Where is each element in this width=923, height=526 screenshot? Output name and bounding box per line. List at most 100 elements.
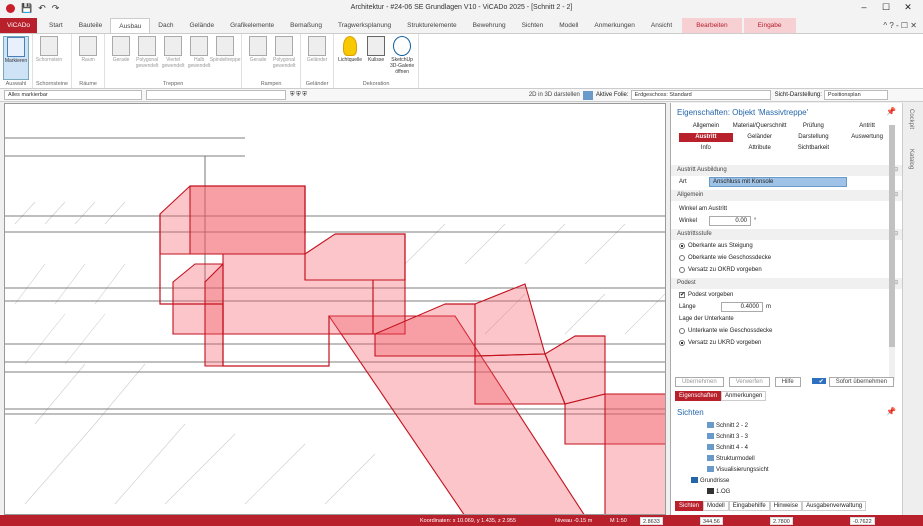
tab-bearbeiten[interactable]: Bearbeiten <box>682 18 742 33</box>
side-tab-katalog[interactable]: Katalog <box>908 149 914 169</box>
prop-tab-auswertung[interactable]: Auswertung <box>840 133 894 142</box>
prop-tab-pr-fung[interactable]: Prüfung <box>787 122 841 131</box>
tab-bauteile[interactable]: Bauteile <box>71 18 111 33</box>
gerade-button[interactable]: Gerade <box>108 36 134 80</box>
tree-item[interactable]: Grundrisse <box>679 476 891 487</box>
properties-scrollbar[interactable] <box>889 125 895 381</box>
sketchup-3d-galerie-ffnen-button[interactable]: SketchUp 3D-Galerie öffnen <box>389 36 415 80</box>
tree-item[interactable]: Schnitt 4 - 4 <box>679 443 891 454</box>
radio-opt2-label: Oberkante wie Geschossdecke <box>688 255 772 261</box>
prop-tab-darstellung[interactable]: Darstellung <box>787 133 841 142</box>
cad-viewport[interactable] <box>4 103 666 515</box>
status-dx[interactable]: 2.8633 <box>640 516 663 525</box>
subtab-anmerkungen[interactable]: Anmerkungen <box>721 391 767 401</box>
status-w[interactable]: 344.56 <box>700 516 723 525</box>
tab-tragwerksplanung[interactable]: Tragwerksplanung <box>330 18 399 33</box>
status-x[interactable]: 2.7800 <box>770 516 793 525</box>
tree-item[interactable]: Schnitt 2 - 2 <box>679 421 891 432</box>
maximize-icon[interactable]: ☐ <box>875 2 897 13</box>
tree-item[interactable]: Strukturmodell <box>679 454 891 465</box>
polygonal-gewendelt-button[interactable]: Polygonal gewendelt <box>271 36 297 80</box>
bottom-tab-eingabehilfe[interactable]: Eingabehilfe <box>728 501 770 511</box>
raum-button[interactable]: Raum <box>75 36 101 80</box>
undo-icon[interactable]: ↶ <box>38 3 46 14</box>
redo-icon[interactable]: ↷ <box>52 3 60 14</box>
winkel-input[interactable]: 0.00 <box>709 216 751 226</box>
tab-ausbau[interactable]: Ausbau <box>110 18 151 33</box>
apply-button[interactable]: Übernehmen <box>675 377 724 387</box>
help-button[interactable]: Hilfe <box>774 377 801 387</box>
bottom-tab-hinweise[interactable]: Hinweise <box>769 501 803 511</box>
laenge-input[interactable]: 0.4000 <box>721 302 763 312</box>
spindeltreppe-button[interactable]: Spindeltreppe <box>210 36 241 80</box>
prop-tab-material-querschnitt[interactable]: Material/Querschnitt <box>733 122 787 131</box>
bottom-tab-sichten[interactable]: Sichten <box>675 501 704 511</box>
viertel-gewendelt-button[interactable]: Viertel gewendelt <box>160 36 186 80</box>
tab-ansicht[interactable]: Ansicht <box>643 18 680 33</box>
radio-opt2[interactable]: Oberkante wie Geschossdecke <box>671 252 902 264</box>
schornstein-button[interactable]: Schornstein <box>36 36 62 80</box>
bottom-tab-ausgabenverwaltung[interactable]: Ausgabenverwaltung <box>802 501 867 511</box>
section-allgemein[interactable]: Allgemein <box>671 190 902 201</box>
polygonal-gewendelt-button[interactable]: Polygonal gewendelt <box>134 36 160 80</box>
pin-icon[interactable]: 📌 <box>886 407 896 416</box>
section-podest[interactable]: Podest <box>671 278 902 289</box>
prop-tab-attribute[interactable]: Attribute <box>733 144 787 153</box>
section-austritt-ausbildung[interactable]: Austritt Ausbildung <box>671 165 902 176</box>
tab-vicado[interactable]: ViCADo <box>0 18 38 33</box>
halb-gewendelt-button[interactable]: Halb gewendelt <box>186 36 212 80</box>
save-icon[interactable]: 💾 <box>21 3 32 14</box>
tab-anmerkungen[interactable]: Anmerkungen <box>586 18 642 33</box>
sicht-select[interactable]: Positionsplan <box>823 90 888 100</box>
tree-item[interactable]: Schnitt 3 - 3 <box>679 432 891 443</box>
prop-tab-sichtbarkeit[interactable]: Sichtbarkeit <box>787 144 841 153</box>
layer-select[interactable] <box>146 90 286 100</box>
tree-item[interactable]: Visualisierungssicht <box>679 465 891 476</box>
podest-checkbox[interactable]: ✔ Podest vorgeben <box>671 289 902 301</box>
close-icon[interactable]: ✕ <box>897 2 919 13</box>
bottom-tab-modell[interactable]: Modell <box>703 501 729 511</box>
tab-gel-nde[interactable]: Gelände <box>181 18 222 33</box>
active-folie-select[interactable]: Erdgeschoss: Standard <box>630 90 771 100</box>
subtab-eigenschaften[interactable]: Eigenschaften <box>675 391 722 401</box>
tree-item[interactable]: 1.OG <box>679 487 891 498</box>
tab-bewehrung[interactable]: Bewehrung <box>465 18 514 33</box>
filter-select[interactable]: Alles markierbar <box>4 90 142 100</box>
kulisse-button[interactable]: Kulisse <box>363 36 389 80</box>
sofort-checkbox[interactable]: ✔ Sofort übernehmen <box>806 377 900 387</box>
pin-icon[interactable]: 📌 <box>886 107 896 116</box>
ribbon-controls[interactable]: ^ ? - ☐ ✕ <box>883 21 917 30</box>
gel-nder-button[interactable]: Geländer <box>304 36 330 80</box>
view3d-label[interactable]: 2D in 3D darstellen <box>529 92 580 98</box>
markieren-button[interactable]: Markieren <box>3 36 29 80</box>
tab-eingabe[interactable]: Eingabe <box>743 18 796 33</box>
status-dy[interactable]: -0.7622 <box>850 516 875 525</box>
tab-dach[interactable]: Dach <box>150 18 181 33</box>
lage-opt1[interactable]: Unterkante wie Geschossdecke <box>671 325 902 337</box>
gerade-button[interactable]: Gerade <box>245 36 271 80</box>
tab-start[interactable]: Start <box>41 18 71 33</box>
tab-grafikelemente[interactable]: Grafikelemente <box>222 18 282 33</box>
lichtquelle-button[interactable]: Lichtquelle <box>337 36 363 80</box>
filter-icons[interactable]: ⛨ ⛨ ⛨ <box>290 92 307 99</box>
tab-sichten[interactable]: Sichten <box>514 18 552 33</box>
scrollbar-thumb[interactable] <box>889 125 895 347</box>
prop-tab-antritt[interactable]: Antritt <box>840 122 894 131</box>
prop-tab-gel-nder[interactable]: Geländer <box>733 133 787 142</box>
prop-tab-allgemein[interactable]: Allgemein <box>679 122 733 131</box>
prop-tab-info[interactable]: Info <box>679 144 733 153</box>
app-logo-icon[interactable] <box>6 4 15 13</box>
tab-bema-ung[interactable]: Bemaßung <box>282 18 330 33</box>
tab-strukturelemente[interactable]: Strukturelemente <box>399 18 465 33</box>
view3d-icon[interactable] <box>582 90 593 100</box>
art-select[interactable]: Anschluss mit Konsole <box>709 177 847 187</box>
discard-button[interactable]: Verwerfen <box>728 377 770 387</box>
prop-tab-austritt[interactable]: Austritt <box>679 133 733 142</box>
radio-opt3[interactable]: Versatz zu OKRD vorgeben <box>671 264 902 276</box>
minimize-icon[interactable]: – <box>853 2 875 13</box>
lage-opt2[interactable]: Versatz zu UKRD vorgeben <box>671 337 902 349</box>
side-tab-cockpit[interactable]: Cockpit <box>908 109 914 129</box>
tab-modell[interactable]: Modell <box>551 18 586 33</box>
section-austrittsstufe[interactable]: Austrittsstufe <box>671 229 902 240</box>
radio-opt1[interactable]: Oberkante aus Steigung <box>671 240 902 252</box>
